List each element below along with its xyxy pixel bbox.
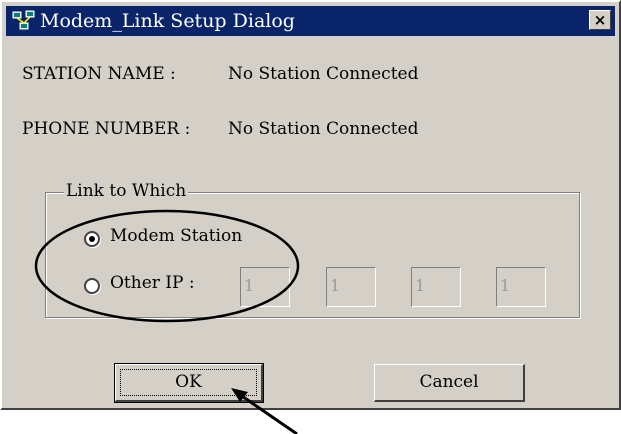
ip-octet-3-field[interactable]: 1	[411, 267, 461, 307]
ok-button[interactable]: OK	[114, 363, 264, 403]
other-ip-radio[interactable]	[84, 278, 100, 294]
phone-number-label: PHONE NUMBER :	[22, 119, 191, 139]
close-button[interactable]: ×	[589, 10, 611, 30]
station-name-label: STATION NAME :	[22, 64, 176, 84]
close-icon: ×	[593, 11, 607, 29]
modem-link-setup-dialog: Modem_Link Setup Dialog × STATION NAME :…	[0, 0, 621, 410]
ip-octet-2-field[interactable]: 1	[326, 267, 376, 307]
ip-octet-1-field[interactable]: 1	[240, 267, 290, 307]
ip-octet-4-field[interactable]: 1	[496, 267, 546, 307]
modem-station-label[interactable]: Modem Station	[110, 226, 242, 246]
cancel-button-label: Cancel	[419, 372, 479, 392]
station-name-row: STATION NAME : No Station Connected	[22, 64, 418, 84]
phone-number-value: No Station Connected	[228, 119, 419, 139]
network-stations-icon	[12, 10, 35, 30]
radio-selected-dot	[89, 236, 95, 242]
other-ip-label[interactable]: Other IP :	[110, 273, 195, 293]
station-name-value: No Station Connected	[228, 64, 419, 84]
modem-station-radio[interactable]	[84, 231, 100, 247]
cancel-button[interactable]: Cancel	[374, 364, 525, 402]
phone-number-row: PHONE NUMBER : No Station Connected	[22, 119, 418, 139]
focus-rectangle	[120, 369, 257, 396]
group-legend: Link to Which	[64, 181, 189, 201]
title-bar[interactable]: Modem_Link Setup Dialog ×	[6, 6, 615, 36]
window-title: Modem_Link Setup Dialog	[40, 10, 295, 32]
